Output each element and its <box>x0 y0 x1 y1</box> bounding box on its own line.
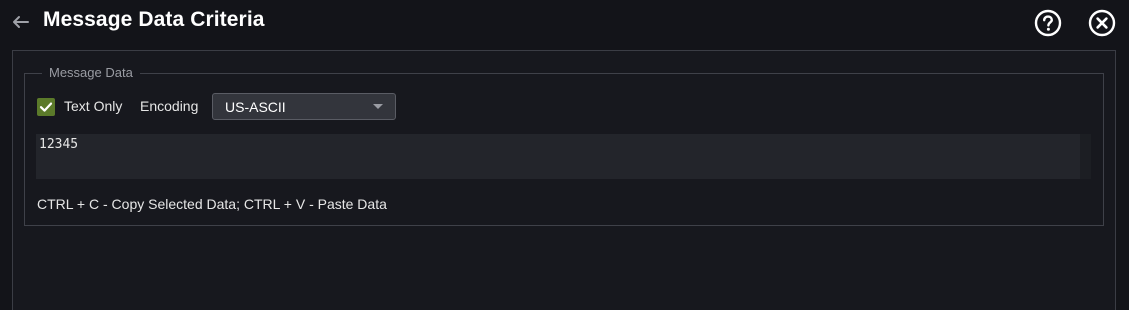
text-only-label[interactable]: Text Only <box>64 98 122 114</box>
close-button[interactable] <box>1088 9 1116 37</box>
fieldset-legend: Message Data <box>42 65 140 81</box>
encoding-select[interactable]: US-ASCII <box>212 93 396 120</box>
message-data-input[interactable]: 12345 <box>36 134 1091 179</box>
data-area-scrollbar[interactable] <box>1080 134 1091 179</box>
encoding-label: Encoding <box>140 98 199 114</box>
close-circle-icon <box>1088 9 1116 37</box>
message-data-fieldset: Message Data Text Only Encoding US-ASCII… <box>24 65 1104 226</box>
checkmark-icon <box>39 102 53 112</box>
page-title: Message Data Criteria <box>43 8 265 31</box>
chevron-down-icon <box>373 104 383 109</box>
message-data-value: 12345 <box>39 137 79 152</box>
question-circle-icon <box>1034 9 1062 37</box>
keyboard-hint: CTRL + C - Copy Selected Data; CTRL + V … <box>37 196 387 212</box>
arrow-left-icon <box>13 16 29 28</box>
text-only-checkbox[interactable] <box>37 98 55 116</box>
dialog-body: Message Data Text Only Encoding US-ASCII… <box>12 50 1116 310</box>
help-button[interactable] <box>1034 9 1062 37</box>
encoding-selected-value: US-ASCII <box>225 99 286 115</box>
dialog-header: Message Data Criteria <box>0 0 1129 48</box>
back-button[interactable] <box>9 10 33 34</box>
